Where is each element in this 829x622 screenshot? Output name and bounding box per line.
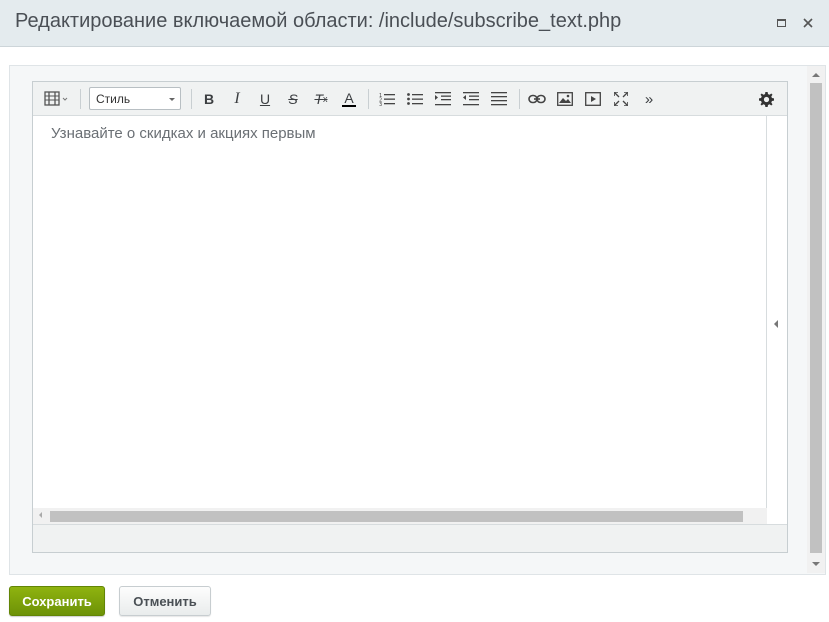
underline-button[interactable]: U bbox=[254, 89, 276, 109]
video-icon bbox=[585, 92, 601, 106]
scroll-left-icon[interactable] bbox=[39, 512, 42, 518]
bullet-list-icon bbox=[407, 93, 423, 105]
outdent-button[interactable] bbox=[460, 89, 482, 109]
code-view-icon bbox=[44, 91, 68, 106]
settings-button[interactable] bbox=[755, 89, 777, 109]
toolbar-separator bbox=[368, 89, 369, 109]
side-panel-toggle[interactable] bbox=[768, 116, 787, 524]
font-color-icon: A bbox=[344, 90, 354, 106]
insert-video-button[interactable] bbox=[582, 89, 604, 109]
scroll-up-icon[interactable] bbox=[812, 73, 820, 77]
ordered-list-button[interactable]: 1 2 3 bbox=[376, 89, 398, 109]
close-icon bbox=[803, 18, 813, 28]
italic-button[interactable]: I bbox=[226, 89, 248, 109]
image-icon bbox=[557, 92, 573, 106]
remove-format-icon: T bbox=[314, 91, 324, 107]
style-select-value: Стиль bbox=[96, 92, 131, 106]
font-color-button[interactable]: A bbox=[338, 89, 360, 109]
chevron-down-icon bbox=[169, 98, 175, 101]
svg-text:3: 3 bbox=[379, 102, 382, 106]
insert-image-button[interactable] bbox=[554, 89, 576, 109]
style-select[interactable]: Стиль bbox=[89, 87, 181, 110]
fullscreen-button[interactable] bbox=[610, 89, 632, 109]
strikethrough-button[interactable]: S bbox=[282, 89, 304, 109]
indent-icon bbox=[435, 92, 451, 106]
bullet-list-button[interactable] bbox=[404, 89, 426, 109]
editor-content: Узнавайте о скидках и акциях первым bbox=[51, 125, 316, 142]
maximize-icon bbox=[776, 19, 786, 27]
link-icon bbox=[528, 94, 546, 104]
save-button[interactable]: Сохранить bbox=[9, 586, 105, 616]
italic-icon: I bbox=[234, 90, 240, 107]
scroll-down-icon[interactable] bbox=[812, 562, 820, 566]
editor-text-area[interactable]: Узнавайте о скидках и акциях первым bbox=[33, 116, 767, 508]
bold-icon: B bbox=[203, 91, 215, 107]
chevron-left-icon bbox=[774, 320, 778, 328]
remove-format-subscript: x bbox=[323, 94, 328, 104]
view-mode-button[interactable] bbox=[41, 89, 73, 109]
maximize-button[interactable] bbox=[772, 14, 790, 32]
insert-link-button[interactable] bbox=[526, 89, 548, 109]
bold-button[interactable]: B bbox=[198, 89, 220, 109]
editor-status-bar bbox=[33, 524, 787, 552]
vertical-scrollbar[interactable] bbox=[807, 66, 825, 573]
font-color-bar bbox=[342, 105, 356, 107]
align-justify-icon bbox=[491, 92, 507, 106]
html-editor: Стиль B I U S Tx A 1 2 3 » Узнавайте о с… bbox=[32, 81, 788, 553]
outdent-icon bbox=[463, 92, 479, 106]
toolbar-separator bbox=[191, 89, 192, 109]
dialog-title: Редактирование включаемой области: /incl… bbox=[15, 10, 622, 32]
more-icon: » bbox=[644, 90, 654, 108]
remove-format-button[interactable]: Tx bbox=[310, 89, 332, 109]
dialog-content: Стиль B I U S Tx A 1 2 3 » Узнавайте о с… bbox=[9, 65, 826, 575]
strikethrough-icon: S bbox=[288, 91, 298, 107]
dialog-window: Редактирование включаемой области: /incl… bbox=[0, 0, 829, 622]
indent-button[interactable] bbox=[432, 89, 454, 109]
editor-toolbar: Стиль B I U S Tx A 1 2 3 » bbox=[33, 82, 787, 116]
underline-icon: U bbox=[259, 91, 271, 107]
more-button[interactable]: » bbox=[638, 89, 660, 109]
cancel-button[interactable]: Отменить bbox=[119, 586, 211, 616]
gear-icon bbox=[758, 91, 774, 107]
toolbar-separator bbox=[80, 89, 81, 109]
toolbar-separator bbox=[519, 89, 520, 109]
ordered-list-icon: 1 2 3 bbox=[379, 93, 395, 106]
fullscreen-icon bbox=[614, 92, 628, 106]
horizontal-scroll-thumb[interactable] bbox=[50, 511, 743, 522]
vertical-scroll-thumb[interactable] bbox=[810, 83, 822, 553]
horizontal-scrollbar[interactable] bbox=[33, 508, 767, 524]
align-button[interactable] bbox=[488, 89, 510, 109]
close-button[interactable] bbox=[799, 14, 817, 32]
title-bar: Редактирование включаемой области: /incl… bbox=[0, 0, 829, 47]
